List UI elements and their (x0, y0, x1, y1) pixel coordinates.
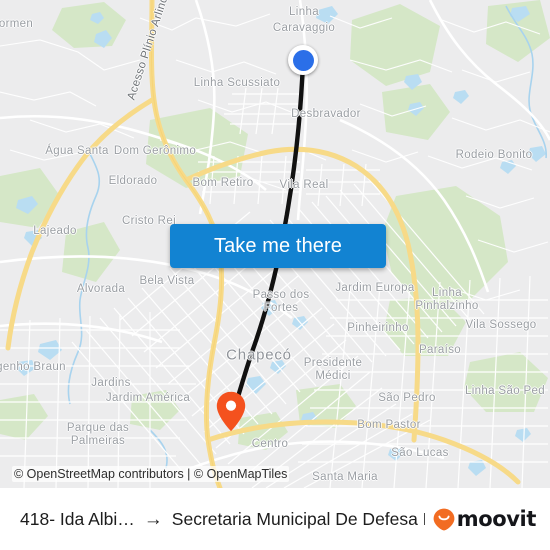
map-pin-icon (216, 391, 246, 432)
bottom-bar: 418- Ida Albi… → Secretaria Municipal De… (0, 488, 550, 550)
route-title[interactable]: 418- Ida Albi… → Secretaria Municipal De… (20, 509, 425, 530)
take-me-there-button[interactable]: Take me there (170, 224, 386, 268)
moovit-wordmark: moovit (456, 507, 537, 531)
origin-dot-marker[interactable] (288, 45, 318, 75)
route-origin-label: 418- Ida Albi… (20, 508, 135, 529)
map-attribution: © OpenStreetMap contributors | © OpenMap… (12, 466, 290, 482)
moovit-trip-screen: ormen Acesso Plínio Arlind Linha Caravaggio… (0, 0, 550, 550)
arrow-right-icon: → (143, 508, 163, 530)
moovit-pin-icon (433, 508, 455, 530)
map-canvas[interactable]: ormen Acesso Plínio Arlind Linha Caravaggio… (0, 0, 550, 488)
moovit-logo[interactable]: moovit (433, 507, 536, 531)
route-destination-label: Secretaria Municipal De Defesa Do… (171, 508, 425, 529)
destination-pin-marker[interactable] (216, 391, 246, 432)
origin-dot-inner (292, 49, 314, 71)
